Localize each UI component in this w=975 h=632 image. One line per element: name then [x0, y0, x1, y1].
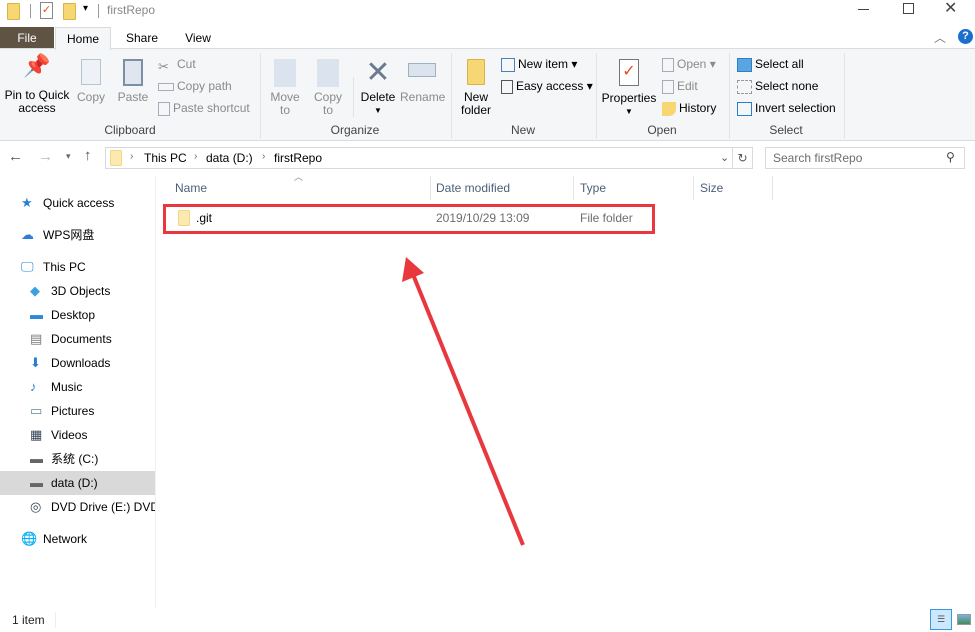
- status-item-count: 1 item: [12, 613, 45, 627]
- annotation-arrow-shaft: [410, 271, 525, 546]
- details-view-button[interactable]: ☰: [930, 609, 952, 630]
- tab-home[interactable]: Home: [55, 27, 111, 50]
- large-icons-view-button[interactable]: [957, 614, 971, 625]
- divider: [55, 612, 56, 628]
- annotation-arrow: [402, 257, 525, 546]
